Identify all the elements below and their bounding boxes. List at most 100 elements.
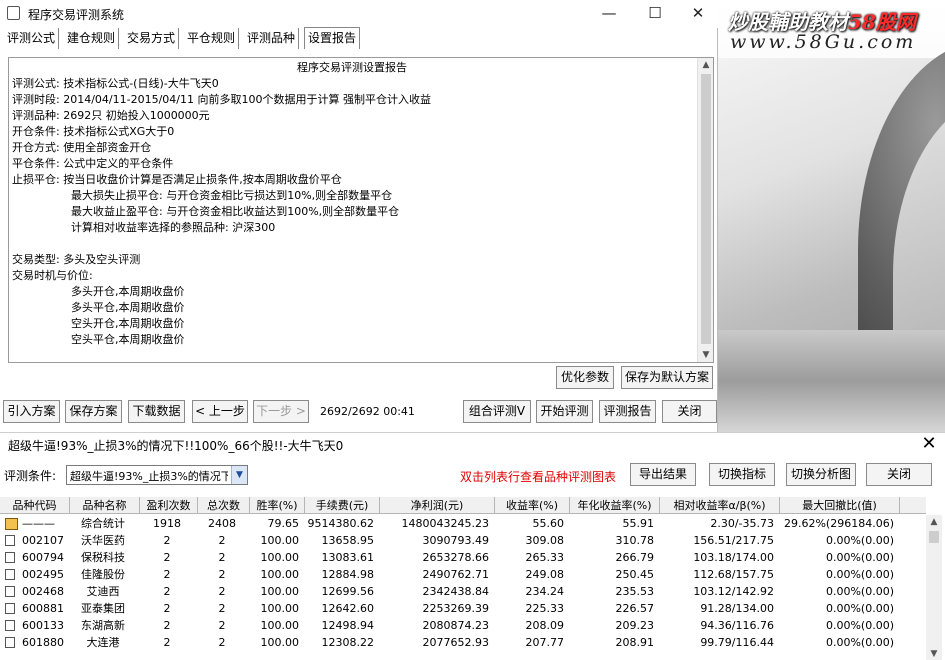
prev-step-button[interactable]: < 上一步 [192, 400, 248, 423]
cell-name: 大连港 [86, 636, 120, 649]
import-scheme-button[interactable]: 引入方案 [3, 400, 60, 423]
report-line: 最大损失止损平仓: 与开仓资金相比亏损达到10%,则全部数量平仓 [71, 189, 393, 202]
cell-name: 东湖高新 [81, 619, 125, 632]
close-panel-button[interactable]: 关闭 [866, 463, 932, 486]
table-row[interactable]: 601880 大连港 2 2 100.00 12308.22 2077652.93 207.7… [0, 634, 926, 651]
maximize-button[interactable]: ☐ [632, 2, 678, 26]
cell-relative: 156.51/217.75 [693, 534, 774, 547]
cell-drawdown: 0.00%(0.00) [825, 551, 894, 564]
switch-indicator-button[interactable]: 切换指标 [709, 463, 775, 486]
cell-relative: 112.68/157.75 [693, 568, 774, 581]
save-default-button[interactable]: 保存为默认方案 [621, 366, 713, 389]
header-col-name[interactable]: 品种名称 [70, 497, 140, 514]
cell-drawdown: 29.62%(296184.06) [783, 517, 894, 530]
scroll-down-icon[interactable]: ▼ [926, 647, 942, 660]
cell-annual: 226.57 [615, 602, 655, 615]
photo-ground [718, 330, 945, 432]
header-col-drawdown[interactable]: 最大回撤比(值) [780, 497, 900, 514]
cell-annual: 55.91 [622, 517, 655, 530]
combo-test-button[interactable]: 组合评测V [463, 400, 531, 423]
tab-trade-mode[interactable]: 交易方式 [124, 28, 180, 49]
condition-select[interactable]: 超级牛逼!93%_止损3%的情况下 ▼ [66, 465, 248, 485]
table-row[interactable]: 600133 东湖高新 2 2 100.00 12498.94 2080874.23 208.… [0, 617, 926, 634]
cell-code: 600794 [22, 551, 64, 564]
table-row[interactable]: 002495 佳隆股份 2 2 100.00 12884.98 2490762.71 249.… [0, 566, 926, 583]
cell-total: 2 [218, 534, 226, 547]
cell-winrate: 100.00 [260, 602, 300, 615]
cell-return: 249.08 [525, 568, 565, 581]
scroll-thumb[interactable] [929, 531, 939, 543]
app-icon [7, 6, 20, 20]
optimize-params-button[interactable]: 优化参数 [556, 366, 614, 389]
close-window-button[interactable]: ✕ [678, 2, 718, 26]
tab-open-rules[interactable]: 建仓规则 [64, 28, 120, 49]
cell-return: 208.09 [525, 619, 565, 632]
title-bar[interactable]: 程序交易评测系统 — ☐ ✕ [0, 0, 718, 28]
header-col-return[interactable]: 收益率(%) [495, 497, 570, 514]
scroll-up-icon[interactable]: ▲ [698, 58, 713, 72]
table-row[interactable]: 002468 艾迪西 2 2 100.00 12699.56 2342438.84 234.2… [0, 583, 926, 600]
cell-code: 002468 [22, 585, 64, 598]
cell-annual: 266.79 [615, 551, 655, 564]
row-checkbox[interactable] [5, 637, 15, 648]
table-row[interactable]: ——— 综合统计 1918 2408 79.65 9514380.62 1480043245… [0, 515, 926, 532]
minimize-button[interactable]: — [586, 2, 632, 26]
header-col-total[interactable]: 总次数 [198, 497, 250, 514]
scroll-down-icon[interactable]: ▼ [698, 348, 713, 362]
header-col-profit[interactable]: 净利润(元) [380, 497, 495, 514]
close-dialog-button[interactable]: 关闭 [662, 400, 717, 423]
cell-fee: 13658.95 [321, 534, 375, 547]
cell-profit: 2490762.71 [422, 568, 489, 581]
summary-folder-icon[interactable] [5, 518, 18, 530]
scroll-thumb[interactable] [701, 74, 711, 344]
start-test-button[interactable]: 开始评测 [536, 400, 593, 423]
cell-name: 佳隆股份 [81, 568, 125, 581]
row-checkbox[interactable] [5, 620, 15, 631]
window-title: 程序交易评测系统 [28, 8, 125, 22]
report-scrollbar[interactable]: ▲ ▼ [697, 58, 713, 362]
table-row[interactable]: 600794 保税科技 2 2 100.00 13083.61 2653278.66 265.… [0, 549, 926, 566]
table-row[interactable]: 600881 亚泰集团 2 2 100.00 12642.60 2253269.39 225.… [0, 600, 926, 617]
report-line: 止损平仓: 按当日收盘价计算是否满足止损条件,按本周期收盘价平仓 [12, 173, 342, 186]
test-report-button[interactable]: 评测报告 [599, 400, 656, 423]
row-checkbox[interactable] [5, 535, 15, 546]
scroll-up-icon[interactable]: ▲ [926, 515, 942, 529]
table-row[interactable]: 002107 沃华医药 2 2 100.00 13658.95 3090793.49 309.… [0, 532, 926, 549]
row-checkbox[interactable] [5, 603, 15, 614]
row-checkbox[interactable] [5, 569, 15, 580]
chevron-down-icon[interactable]: ▼ [231, 466, 247, 484]
cell-code: 002495 [22, 568, 64, 581]
tab-instruments[interactable]: 评测品种 [244, 28, 300, 49]
cell-profit: 2253269.39 [422, 602, 489, 615]
cell-fee: 12498.94 [321, 619, 375, 632]
cell-fee: 12642.60 [321, 602, 375, 615]
cell-return: 207.77 [525, 636, 565, 649]
row-checkbox[interactable] [5, 552, 15, 563]
download-data-button[interactable]: 下载数据 [128, 400, 185, 423]
hint-text: 双击列表行查看品种评测图表 [460, 470, 617, 484]
header-col-wins[interactable]: 盈利次数 [140, 497, 198, 514]
save-scheme-button[interactable]: 保存方案 [65, 400, 122, 423]
tab-settings-report[interactable]: 设置报告 [304, 27, 361, 49]
cell-fee: 9514380.62 [307, 517, 374, 530]
header-col-annual[interactable]: 年化收益率(%) [570, 497, 660, 514]
close-icon[interactable]: ✕ [918, 433, 940, 455]
cell-total: 2 [218, 619, 226, 632]
row-checkbox[interactable] [5, 586, 15, 597]
cell-winrate: 100.00 [260, 619, 300, 632]
header-col-winrate[interactable]: 胜率(%) [250, 497, 305, 514]
next-step-button[interactable]: 下一步 > [253, 400, 309, 423]
header-col-relative[interactable]: 相对收益率α/β(%) [660, 497, 780, 514]
report-textbox[interactable]: 程序交易评测设置报告 评测公式: 技术指标公式-(日线)-大牛飞天0 评测时段:… [8, 57, 714, 363]
tab-formula[interactable]: 评测公式 [4, 28, 60, 49]
tab-close-rules[interactable]: 平仓规则 [184, 28, 240, 49]
cell-annual: 235.53 [615, 585, 655, 598]
header-col-code[interactable]: 品种代码 [0, 497, 70, 514]
header-col-fee[interactable]: 手续费(元) [305, 497, 380, 514]
progress-status: 2692/2692 00:41 [320, 405, 415, 418]
table-scrollbar[interactable]: ▲ ▼ [926, 515, 942, 660]
report-line: 多头开仓,本周期收盘价 [71, 285, 185, 298]
export-results-button[interactable]: 导出结果 [630, 463, 696, 486]
switch-chart-button[interactable]: 切换分析图 [786, 463, 856, 486]
report-line: 评测时段: 2014/04/11-2015/04/11 向前多取100个数据用于… [12, 93, 431, 106]
